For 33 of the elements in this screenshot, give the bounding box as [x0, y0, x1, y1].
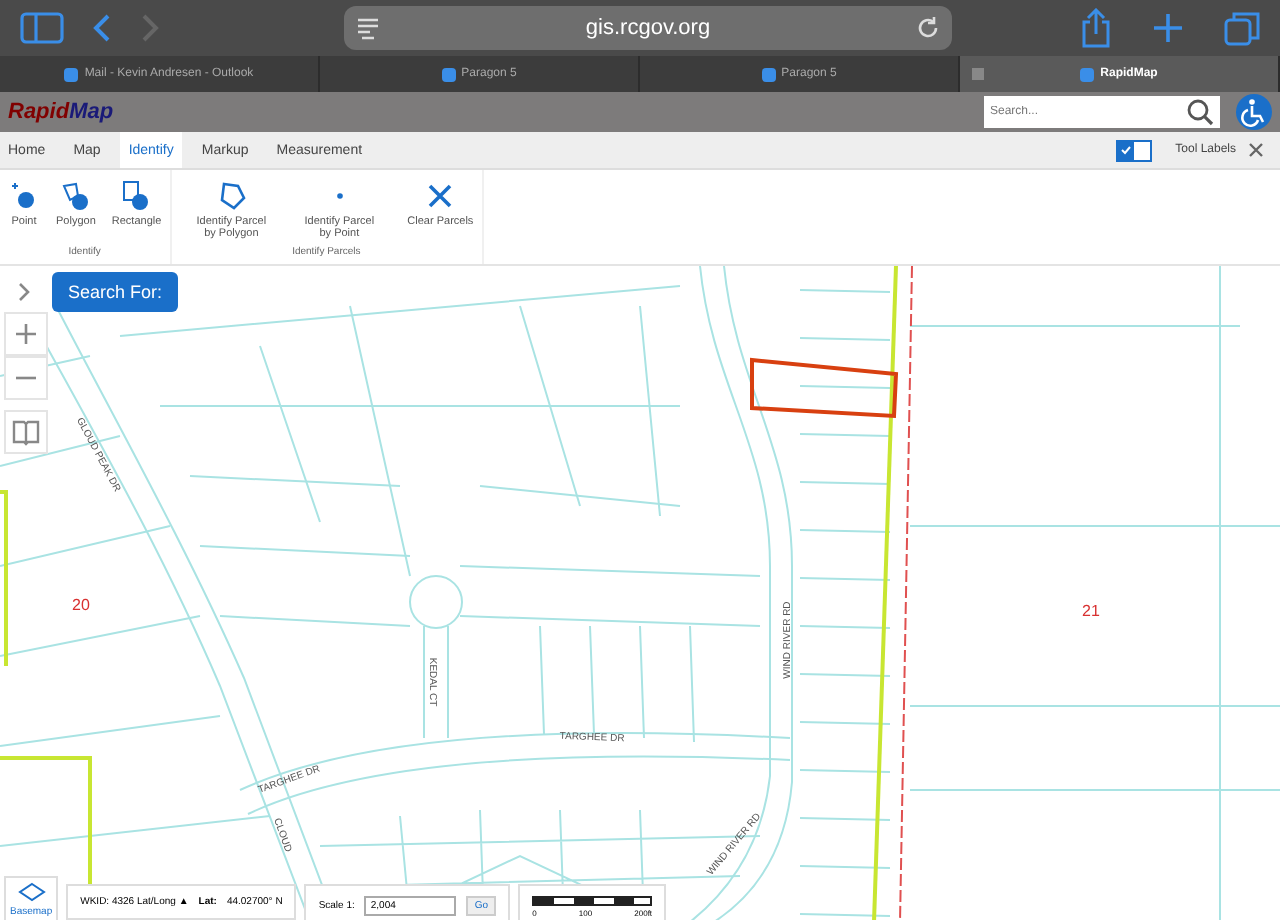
clear-icon: [424, 180, 457, 212]
rapidmap-logo: RapidMap: [8, 100, 114, 124]
reload-icon[interactable]: [916, 16, 940, 40]
tabs-icon[interactable]: [1224, 10, 1260, 46]
polygon-info-icon: [59, 180, 92, 212]
layers-icon: [17, 882, 46, 906]
favicon-icon: [64, 67, 79, 81]
favicon-icon: [1080, 67, 1095, 81]
plus-icon[interactable]: [1152, 12, 1184, 44]
accessibility-icon[interactable]: [1236, 94, 1272, 130]
search-for-button[interactable]: Search For:: [52, 272, 179, 312]
polygon-icon: [215, 180, 248, 212]
rectangle-info-icon: [120, 180, 153, 212]
dot-icon: [335, 192, 344, 200]
section-label: 21: [1082, 602, 1100, 620]
point-info-icon: [8, 180, 40, 212]
close-icon[interactable]: [1248, 142, 1264, 158]
check-icon: [1119, 144, 1132, 156]
share-icon[interactable]: [1080, 8, 1112, 48]
section-label: 20: [72, 596, 90, 614]
book-icon[interactable]: [4, 410, 48, 454]
address-bar[interactable]: gis.rcgov.org: [344, 6, 952, 50]
reader-icon[interactable]: [356, 16, 380, 40]
tool-labels-toggle[interactable]: [1115, 139, 1152, 161]
favicon-icon: [441, 67, 456, 81]
zoom-in-icon[interactable]: [4, 312, 48, 356]
selected-parcel[interactable]: [750, 357, 899, 419]
zoom-out-icon[interactable]: [4, 356, 48, 400]
url-text: gis.rcgov.org: [585, 16, 711, 40]
sidebar-icon[interactable]: [20, 12, 64, 44]
favicon-icon: [761, 67, 776, 81]
search-icon[interactable]: [1186, 98, 1214, 126]
back-icon[interactable]: [92, 12, 112, 44]
